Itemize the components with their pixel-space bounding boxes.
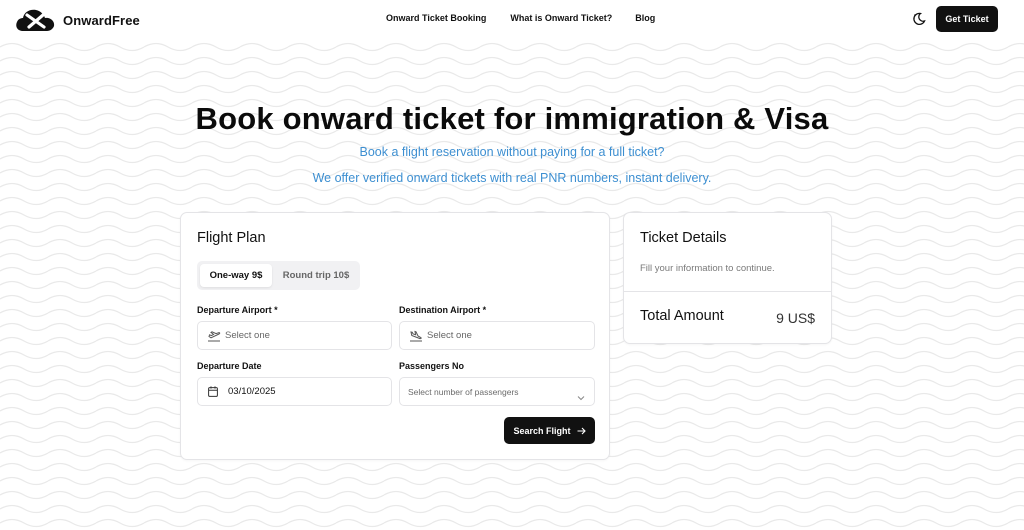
plane-takeoff-icon [207, 330, 221, 342]
total-amount-label: Total Amount [640, 308, 724, 324]
departure-date-label: Departure Date [197, 361, 262, 371]
departure-date-picker[interactable]: 03/10/2025 [197, 377, 392, 406]
search-flight-label: Search Flight [513, 425, 571, 436]
flight-plan-title: Flight Plan [197, 230, 266, 246]
chevron-down-icon [577, 388, 585, 406]
plane-landing-icon [409, 330, 423, 342]
departure-airport-label: Departure Airport * [197, 305, 278, 315]
passengers-placeholder: Select number of passengers [408, 386, 519, 397]
nav-link-what-is-onward-ticket[interactable]: What is Onward Ticket? [510, 13, 612, 23]
total-amount-value: 9 US$ [776, 310, 815, 326]
hero-subtitle-1: Book a flight reservation without paying… [359, 145, 665, 159]
departure-airport-select[interactable]: Select one [197, 321, 392, 350]
ticket-details-hint: Fill your information to continue. [640, 263, 775, 274]
departure-airport-placeholder: Select one [225, 330, 270, 341]
cloud-plane-logo-icon [16, 9, 55, 31]
ticket-details-card: Ticket Details Fill your information to … [623, 212, 832, 344]
destination-airport-placeholder: Select one [427, 330, 472, 341]
arrow-right-icon [577, 427, 586, 435]
passengers-label: Passengers No [399, 361, 465, 371]
flight-plan-card: Flight Plan One-way 9$ Round trip 10$ De… [180, 212, 610, 460]
nav-link-onward-ticket-booking[interactable]: Onward Ticket Booking [386, 13, 486, 23]
brand-logo[interactable]: OnwardFree [14, 7, 140, 33]
theme-toggle-button[interactable] [911, 11, 927, 27]
top-navbar: OnwardFree Onward Ticket Booking What is… [0, 0, 1024, 40]
ticket-details-title: Ticket Details [640, 230, 727, 246]
calendar-icon [208, 386, 218, 397]
nav-link-blog[interactable]: Blog [635, 13, 655, 23]
search-flight-button[interactable]: Search Flight [504, 417, 595, 444]
tab-round-trip[interactable]: Round trip 10$ [275, 264, 357, 287]
trip-type-tabs: One-way 9$ Round trip 10$ [197, 261, 360, 290]
main-nav: Onward Ticket Booking What is Onward Tic… [386, 13, 655, 23]
destination-airport-select[interactable]: Select one [399, 321, 595, 350]
hero-subtitle-2: We offer verified onward tickets with re… [312, 171, 712, 185]
tab-one-way[interactable]: One-way 9$ [200, 264, 272, 287]
get-ticket-button[interactable]: Get Ticket [936, 6, 998, 32]
destination-airport-label: Destination Airport * [399, 305, 487, 315]
hero-title: Book onward ticket for immigration & Vis… [195, 101, 829, 136]
brand-name: OnwardFree [63, 12, 140, 28]
departure-date-value: 03/10/2025 [228, 386, 276, 397]
passengers-select[interactable]: Select number of passengers [399, 377, 595, 406]
moon-icon [913, 12, 926, 25]
divider [624, 291, 831, 292]
